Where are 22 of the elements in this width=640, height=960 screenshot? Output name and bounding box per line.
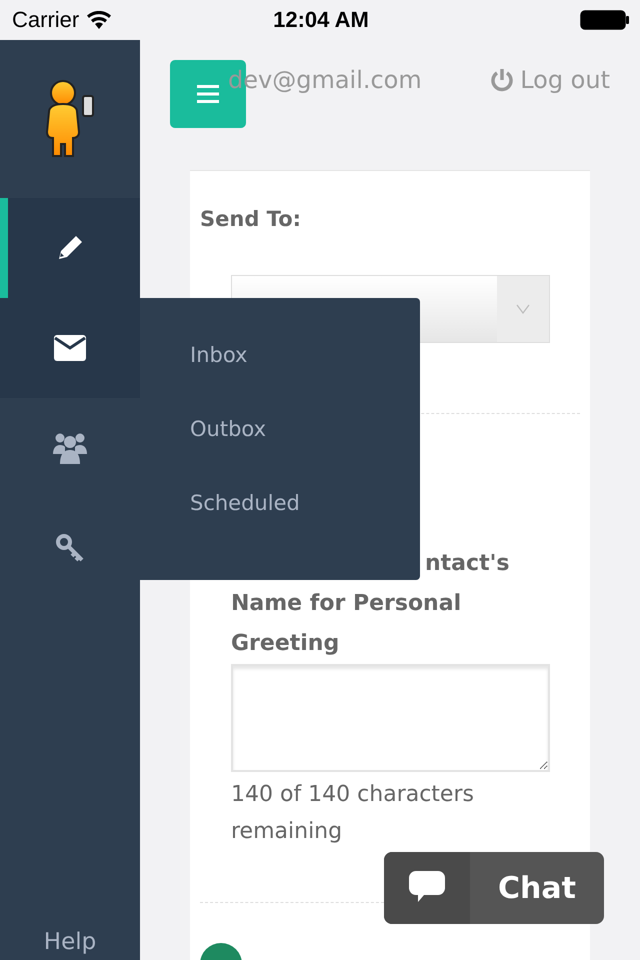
menu-icon (197, 85, 219, 103)
envelope-icon (54, 335, 86, 361)
power-icon (490, 68, 514, 92)
users-icon (53, 432, 87, 464)
key-icon (55, 533, 85, 563)
menu-item[interactable]: Scheduled (190, 484, 300, 522)
wifi-icon (87, 11, 112, 29)
character-counter: 140 of 140 characters remaining (231, 781, 475, 846)
send-to-label: Send To: (200, 206, 302, 233)
caret-icon (516, 304, 530, 314)
sidebar-item[interactable] (0, 298, 140, 398)
sidebar-item[interactable] (0, 198, 140, 298)
help-link[interactable]: Help (0, 926, 140, 960)
chat-button[interactable]: Chat (384, 852, 604, 924)
pencil-icon (56, 234, 84, 262)
carrier-name: Carrier (12, 7, 80, 33)
greeting-label: ntact's Name for Personal Greeting (231, 550, 510, 658)
status-time: 12:04 AM (273, 7, 369, 33)
battery-icon (580, 10, 630, 30)
greeting-field[interactable] (231, 664, 550, 772)
menu-item[interactable]: Inbox (190, 336, 248, 374)
menu-item[interactable]: Outbox (190, 410, 266, 448)
